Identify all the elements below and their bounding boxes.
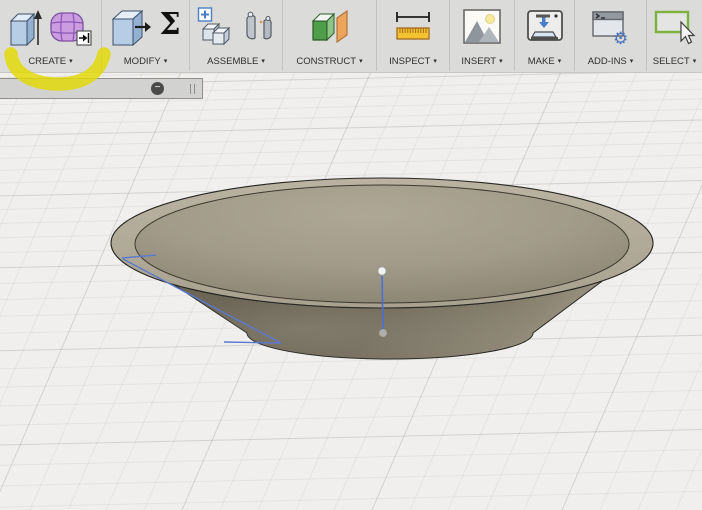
construct-menu-button[interactable]: CONSTRUCT ▾ <box>283 56 376 67</box>
toolbar-group-make: MAKE ▾ <box>515 0 575 71</box>
chevron-down-icon: ▾ <box>557 58 562 65</box>
chevron-down-icon: ▾ <box>692 58 697 65</box>
assemble-menu-label: ASSEMBLE <box>207 56 259 67</box>
sketch-point-bottom[interactable] <box>378 328 387 337</box>
sketch-axis-line[interactable] <box>381 271 384 334</box>
sketch-bottom-line[interactable] <box>223 341 282 344</box>
inspect-menu-label: INSPECT <box>389 56 431 67</box>
toolbar-group-insert: INSERT ▾ <box>450 0 515 71</box>
add-ins-menu-button[interactable]: ADD-INS ▾ <box>575 56 646 67</box>
select-menu-button[interactable]: SELECT ▾ <box>647 56 702 67</box>
scripts-add-ins-icon[interactable]: ⚙ <box>590 8 632 46</box>
modify-menu-label: MODIFY <box>123 56 161 67</box>
panel-grip[interactable] <box>194 84 195 94</box>
insert-menu-button[interactable]: INSERT ▾ <box>450 56 514 67</box>
panel-grip[interactable] <box>190 84 191 94</box>
toolbar-group-assemble: ASSEMBLE ▾ <box>190 0 283 71</box>
assemble-menu-button[interactable]: ASSEMBLE ▾ <box>190 56 282 67</box>
main-toolbar: CREATE ▾ Σ MODIFY ▾ ASSEMBLE ▾ CONSTRUCT… <box>0 0 702 73</box>
chevron-down-icon: ▾ <box>629 58 634 65</box>
insert-image-icon[interactable] <box>462 8 502 46</box>
collapsed-panel: − <box>0 78 203 99</box>
new-component-icon[interactable] <box>197 6 235 48</box>
press-pull-icon[interactable] <box>110 5 152 49</box>
toolbar-group-construct: CONSTRUCT ▾ <box>283 0 377 71</box>
toolbar-group-select: SELECT ▾ <box>647 0 702 71</box>
chevron-down-icon: ▾ <box>69 58 73 65</box>
toolbar-group-add-ins: ⚙ ADD-INS ▾ <box>575 0 647 71</box>
joint-icon[interactable] <box>242 7 276 47</box>
extrude-icon[interactable] <box>8 5 42 49</box>
make-menu-button[interactable]: MAKE ▾ <box>515 56 574 67</box>
chevron-down-icon: ▾ <box>433 58 437 65</box>
gear-icon: ⚙ <box>613 29 628 46</box>
chevron-down-icon: ▾ <box>163 58 168 65</box>
modify-menu-button[interactable]: MODIFY ▾ <box>102 56 189 67</box>
construct-menu-label: CONSTRUCT <box>296 56 357 67</box>
collapse-button[interactable]: − <box>151 82 164 95</box>
inspect-menu-button[interactable]: INSPECT ▾ <box>377 56 449 67</box>
toolbar-group-modify: Σ MODIFY ▾ <box>102 0 190 71</box>
3d-print-icon[interactable] <box>525 8 565 46</box>
measure-icon[interactable] <box>393 8 433 46</box>
viewport-canvas[interactable] <box>0 72 702 510</box>
create-menu-label: CREATE <box>28 56 67 67</box>
sketch-point-top[interactable] <box>377 266 387 276</box>
change-parameters-sigma-icon[interactable]: Σ <box>159 10 180 40</box>
chevron-down-icon: ▾ <box>499 58 503 65</box>
model-viewport[interactable] <box>0 72 702 510</box>
toolbar-group-create: CREATE ▾ <box>0 0 102 71</box>
toolbar-group-inspect: INSPECT ▾ <box>377 0 450 71</box>
add-ins-menu-label: ADD-INS <box>587 56 627 67</box>
make-menu-label: MAKE <box>527 56 555 67</box>
select-menu-label: SELECT <box>652 56 690 67</box>
fusion-window: CREATE ▾ Σ MODIFY ▾ ASSEMBLE ▾ CONSTRUCT… <box>0 0 702 510</box>
chevron-down-icon: ▾ <box>261 58 265 65</box>
construct-plane-icon[interactable] <box>309 7 351 47</box>
insert-menu-label: INSERT <box>461 56 497 67</box>
create-menu-button[interactable]: CREATE ▾ <box>0 56 101 67</box>
chevron-down-icon: ▾ <box>359 58 363 65</box>
create-form-icon[interactable] <box>49 5 93 49</box>
select-icon[interactable] <box>652 8 698 46</box>
